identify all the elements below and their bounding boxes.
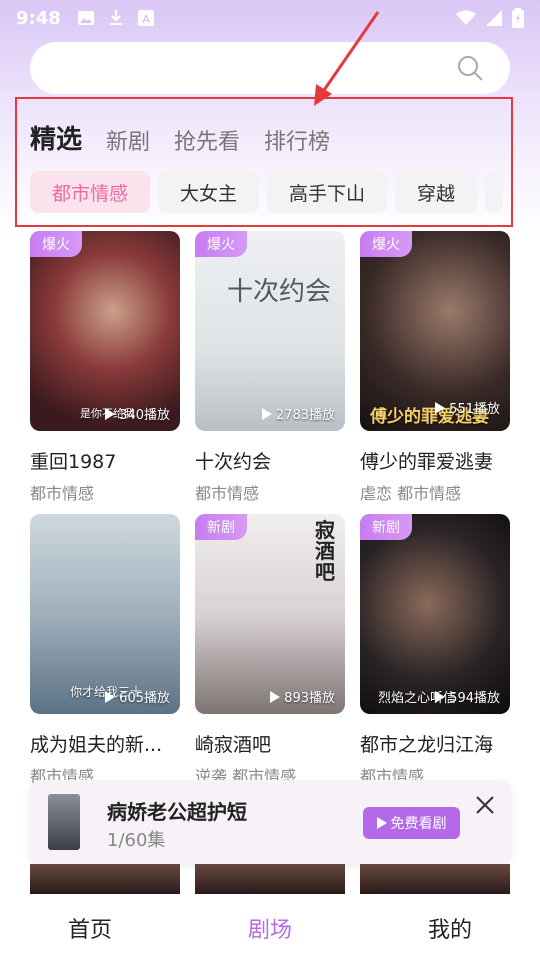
drama-poster[interactable]: 爆火 十次约会 2783播放 (195, 231, 345, 431)
category-tabs: 精选 新剧 抢先看 排行榜 (30, 116, 330, 156)
play-count: 340播放 (105, 404, 170, 423)
drama-title[interactable]: 崎寂酒吧 (195, 730, 345, 757)
play-count: 594播放 (435, 687, 500, 706)
chip-urban-romance[interactable]: 都市情感 (30, 171, 151, 213)
play-icon (261, 407, 272, 420)
drama-card[interactable]: 爆火 傅少的罪爱逃妻 551播放 傅少的罪爱逃妻 虐恋 都市情感 (360, 231, 510, 504)
status-badge: 新剧 (195, 514, 247, 540)
chip-female-lead[interactable]: 大女主 (158, 171, 260, 213)
drama-poster[interactable]: 爆火 是你不给我 340播放 (30, 231, 180, 431)
nav-home[interactable]: 首页 (0, 896, 180, 960)
drama-card[interactable]: 爆火 十次约会 2783播放 十次约会 都市情感 (195, 231, 345, 504)
tab-rankings[interactable]: 排行榜 (264, 124, 330, 156)
svg-text:A: A (142, 13, 150, 26)
play-count-text: 551播放 (449, 402, 500, 417)
drama-card[interactable]: 新剧 寂酒吧 893播放 崎寂酒吧 逆袭 都市情感 (195, 514, 345, 787)
play-count-text: 605播放 (119, 691, 170, 706)
chip-more[interactable] (485, 171, 504, 213)
status-time: 9:48 (16, 7, 61, 29)
bottom-navigation: 首页 剧场 我的 (0, 896, 540, 960)
drama-poster[interactable]: 新剧 烈焰之心听信 594播放 (360, 514, 510, 714)
play-count-text: 893播放 (284, 691, 335, 706)
play-icon (270, 690, 281, 703)
chip-time-travel[interactable]: 穿越 (395, 171, 478, 213)
drama-poster[interactable]: 爆火 傅少的罪爱逃妻 551播放 (360, 231, 510, 431)
tab-new[interactable]: 新剧 (106, 124, 150, 156)
status-bar: 9:48 A (0, 0, 540, 36)
search-bar[interactable] (30, 42, 510, 94)
drama-card[interactable]: 新剧 烈焰之心听信 594播放 都市之龙归江海 都市情感 (360, 514, 510, 787)
poster-peek[interactable] (195, 864, 345, 894)
poster-caption: 寂酒吧 (315, 518, 335, 584)
drama-tags: 虐恋 都市情感 (360, 484, 462, 503)
play-count: 605播放 (105, 687, 170, 706)
wifi-icon (456, 10, 476, 25)
continue-watching-bar[interactable]: 病娇老公超护短 1/60集 免费看剧 (30, 780, 511, 864)
drama-tags: 都市情感 (195, 484, 260, 503)
tab-featured[interactable]: 精选 (30, 119, 82, 156)
drama-title[interactable]: 傅少的罪爱逃妻 (360, 447, 510, 474)
nav-profile[interactable]: 我的 (360, 896, 540, 960)
signal-icon (486, 10, 502, 26)
close-icon[interactable] (474, 794, 496, 816)
drama-card[interactable]: 你才给我三十 605播放 成为姐夫的新... 都市情感 (30, 514, 180, 787)
play-count-text: 2783播放 (275, 408, 335, 423)
poster-peek[interactable] (30, 864, 180, 894)
font-icon: A (137, 10, 154, 26)
play-count: 2783播放 (261, 404, 335, 423)
status-badge: 爆火 (30, 231, 82, 257)
poster-caption: 十次约会 (227, 277, 332, 307)
search-icon[interactable] (456, 54, 484, 82)
status-right-icons (456, 8, 524, 28)
genre-chips: 都市情感 大女主 高手下山 穿越 (30, 171, 504, 213)
drama-poster[interactable]: 你才给我三十 605播放 (30, 514, 180, 714)
play-count: 893播放 (270, 687, 335, 706)
mini-player-episodes: 1/60集 (107, 830, 166, 851)
play-icon (105, 407, 116, 420)
status-badge: 爆火 (360, 231, 412, 257)
mini-player-thumbnail[interactable] (48, 794, 80, 850)
image-icon (77, 11, 94, 25)
drama-title[interactable]: 重回1987 (30, 447, 180, 474)
drama-title[interactable]: 都市之龙归江海 (360, 730, 510, 757)
play-icon (435, 690, 446, 703)
mini-player-title[interactable]: 病娇老公超护短 (107, 796, 247, 825)
play-count-text: 340播放 (119, 408, 170, 423)
nav-theater[interactable]: 剧场 (180, 896, 360, 960)
play-icon (435, 401, 446, 414)
status-badge: 新剧 (360, 514, 412, 540)
battery-icon (512, 8, 524, 28)
play-icon (105, 690, 116, 703)
poster-peek[interactable] (360, 864, 510, 894)
free-watch-label: 免费看剧 (390, 816, 447, 832)
drama-tags: 都市情感 (30, 484, 95, 503)
chip-master-descends[interactable]: 高手下山 (267, 171, 388, 213)
play-icon (376, 817, 387, 829)
next-row-peek (30, 864, 511, 894)
tab-early-access[interactable]: 抢先看 (174, 124, 240, 156)
download-icon (109, 10, 122, 25)
status-badge: 爆火 (195, 231, 247, 257)
drama-card[interactable]: 爆火 是你不给我 340播放 重回1987 都市情感 (30, 231, 180, 504)
drama-title[interactable]: 成为姐夫的新... (30, 730, 180, 757)
play-count: 551播放 (435, 398, 500, 417)
free-watch-button[interactable]: 免费看剧 (363, 807, 460, 839)
drama-title[interactable]: 十次约会 (195, 447, 345, 474)
play-count-text: 594播放 (449, 691, 500, 706)
drama-poster[interactable]: 新剧 寂酒吧 893播放 (195, 514, 345, 714)
